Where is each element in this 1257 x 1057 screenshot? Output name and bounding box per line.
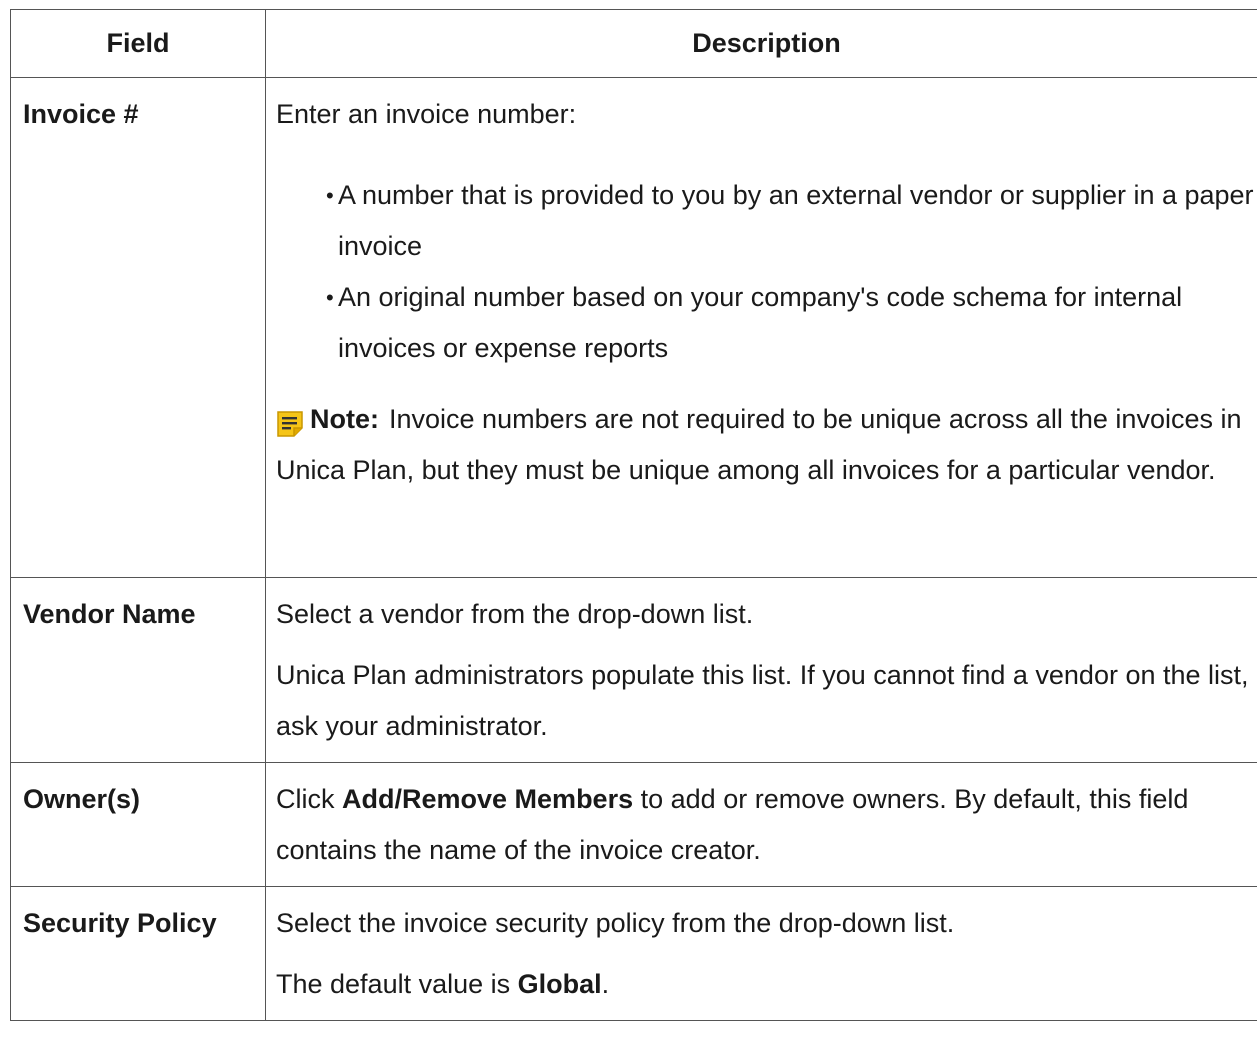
list-item: An original number based on your company… <box>326 272 1255 374</box>
owners-pre: Click <box>276 784 335 814</box>
invoice-bullet-list: A number that is provided to you by an e… <box>276 170 1255 374</box>
owners-text: Click Add/Remove Members to add or remov… <box>276 774 1255 876</box>
description-vendor-name: Select a vendor from the drop-down list.… <box>265 577 1257 763</box>
description-owners: Click Add/Remove Members to add or remov… <box>265 762 1257 887</box>
note-block: Note: Invoice numbers are not required to… <box>276 394 1255 496</box>
description-invoice-number: Enter an invoice number: A number that i… <box>265 77 1257 578</box>
note-icon <box>276 404 304 437</box>
global-value: Global <box>517 969 602 999</box>
add-remove-members-label: Add/Remove Members <box>342 784 634 814</box>
field-description-table: Field Description Invoice # Enter an inv… <box>10 9 1257 1021</box>
table-row: Security Policy Select the invoice secur… <box>10 886 1257 1021</box>
table-row: Vendor Name Select a vendor from the dro… <box>10 577 1257 763</box>
security-p2: The default value is Global. <box>276 959 1255 1010</box>
note-label: Note: <box>310 404 379 434</box>
security-p2-post: . <box>601 969 610 999</box>
table-row: Invoice # Enter an invoice number: A num… <box>10 77 1257 578</box>
header-description: Description <box>265 9 1257 78</box>
security-p2-pre: The default value is <box>276 969 511 999</box>
field-invoice-number: Invoice # <box>10 77 266 578</box>
vendor-p2: Unica Plan administrators populate this … <box>276 660 1249 741</box>
field-security-policy: Security Policy <box>10 886 266 1021</box>
vendor-p1: Select a vendor from the drop-down list. <box>276 599 754 629</box>
security-p1: Select the invoice security policy from … <box>276 908 955 938</box>
table-row: Owner(s) Click Add/Remove Members to add… <box>10 762 1257 887</box>
header-field: Field <box>10 9 266 78</box>
list-item: A number that is provided to you by an e… <box>326 170 1255 272</box>
table-header-row: Field Description <box>10 9 1257 78</box>
field-vendor-name: Vendor Name <box>10 577 266 763</box>
description-security-policy: Select the invoice security policy from … <box>265 886 1257 1021</box>
invoice-intro: Enter an invoice number: <box>276 99 577 129</box>
note-text: Invoice numbers are not required to be u… <box>276 404 1242 485</box>
field-owners: Owner(s) <box>10 762 266 887</box>
